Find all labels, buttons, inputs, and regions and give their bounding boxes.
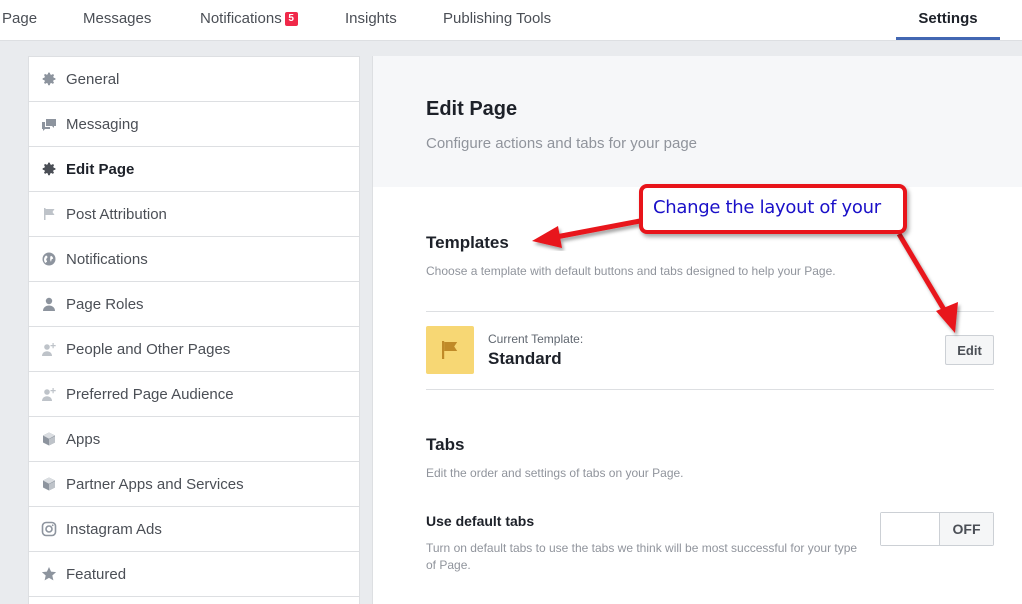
sidebar-item-general[interactable]: General (29, 57, 359, 102)
gear-icon (41, 71, 57, 87)
person-plus-icon (41, 386, 57, 402)
sidebar-item-label: Preferred Page Audience (66, 385, 234, 403)
default-tabs-toggle[interactable]: OFF (880, 512, 994, 546)
template-flag-icon (426, 326, 474, 374)
sidebar-item-label: Instagram Ads (66, 520, 162, 538)
sidebar-item-label: Post Attribution (66, 205, 167, 223)
cube-icon (41, 476, 57, 492)
settings-sidebar: General Messaging Edit Page Post Attribu… (28, 56, 360, 604)
page-top-nav: Page Messages Notifications 5 Insights Pu… (0, 0, 1022, 41)
sidebar-item-label: General (66, 70, 120, 88)
sidebar-item-label: Messaging (66, 115, 139, 133)
sidebar-item-edit-page[interactable]: Edit Page (29, 147, 359, 192)
sidebar-item-label: Page Roles (66, 295, 144, 313)
tab-notifications[interactable]: Notifications 5 (200, 0, 298, 40)
sidebar-item-page-roles[interactable]: Page Roles (29, 282, 359, 327)
sidebar-item-label: Featured (66, 565, 127, 583)
panel-header: Edit Page Configure actions and tabs for… (373, 56, 1022, 187)
sidebar-item-messaging[interactable]: Messaging (29, 102, 359, 147)
tab-page[interactable]: Page (2, 0, 37, 40)
instagram-icon (41, 521, 57, 537)
globe-icon (41, 251, 57, 267)
tab-settings[interactable]: Settings (896, 0, 1000, 40)
sidebar-item-label: Notifications (66, 250, 148, 268)
sidebar-item-apps[interactable]: Apps (29, 417, 359, 462)
chat-bubbles-icon (41, 116, 57, 132)
tab-notifications-label: Notifications (200, 10, 282, 27)
page-title: Edit Page (426, 98, 518, 120)
divider (426, 311, 994, 312)
sidebar-item-label: Apps (66, 430, 101, 448)
toggle-track (881, 513, 940, 545)
person-plus-icon (41, 341, 57, 357)
templates-section-description: Choose a template with default buttons a… (426, 264, 836, 278)
annotation-callout-text: Change the layout of your (653, 197, 881, 218)
flag-icon (41, 206, 57, 222)
sidebar-item-notifications[interactable]: Notifications (29, 237, 359, 282)
edit-page-panel: Edit Page Configure actions and tabs for… (372, 56, 1022, 604)
current-template-value: Standard (488, 349, 562, 368)
tabs-section-title: Tabs (426, 435, 465, 454)
person-icon (41, 296, 57, 312)
star-icon (41, 566, 57, 582)
current-template-label: Current Template: (488, 332, 584, 346)
sidebar-item-featured[interactable]: Featured (29, 552, 359, 597)
divider (426, 389, 994, 390)
annotation-callout: Change the layout of your (639, 184, 907, 234)
edit-template-button[interactable]: Edit (945, 335, 994, 365)
sidebar-item-preferred-page-audience[interactable]: Preferred Page Audience (29, 372, 359, 417)
tabs-section-description: Edit the order and settings of tabs on y… (426, 466, 684, 480)
sidebar-item-instagram-ads[interactable]: Instagram Ads (29, 507, 359, 552)
templates-section-title: Templates (426, 233, 509, 252)
sidebar-item-partner-apps-and-services[interactable]: Partner Apps and Services (29, 462, 359, 507)
tab-messages[interactable]: Messages (83, 0, 151, 40)
notification-count-badge: 5 (284, 12, 298, 26)
tab-insights[interactable]: Insights (345, 0, 397, 40)
tab-publishing-tools[interactable]: Publishing Tools (443, 0, 551, 40)
sidebar-item-people-and-other-pages[interactable]: People and Other Pages (29, 327, 359, 372)
cube-icon (41, 431, 57, 447)
sidebar-item-label: People and Other Pages (66, 340, 231, 358)
sidebar-item-label: Partner Apps and Services (66, 475, 244, 493)
gear-icon (41, 161, 57, 177)
toggle-off-label: OFF (940, 513, 993, 545)
sidebar-item-label: Edit Page (66, 160, 135, 178)
default-tabs-option-description: Turn on default tabs to use the tabs we … (426, 541, 858, 572)
sidebar-item-post-attribution[interactable]: Post Attribution (29, 192, 359, 237)
page-subtitle: Configure actions and tabs for your page (426, 135, 698, 152)
default-tabs-option-title: Use default tabs (426, 513, 535, 529)
